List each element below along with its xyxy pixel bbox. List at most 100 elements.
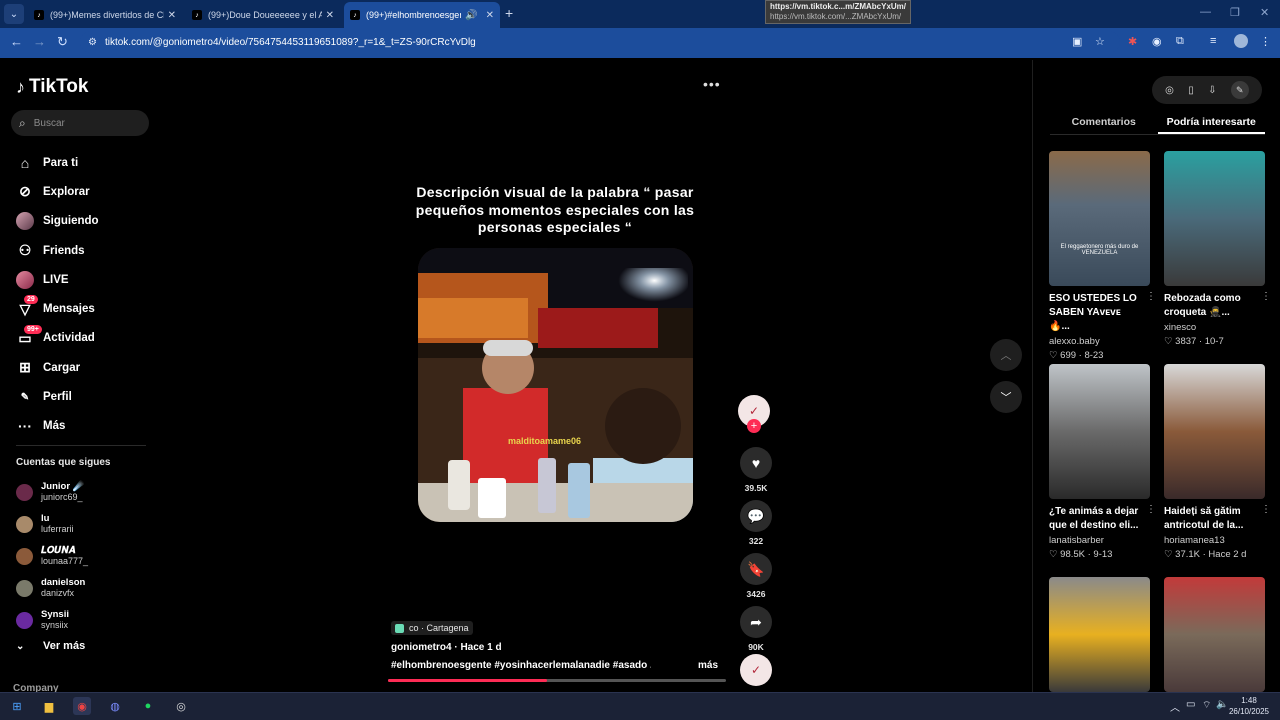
- video-thumbnail[interactable]: [1164, 364, 1265, 499]
- more-text-button[interactable]: más: [698, 660, 718, 671]
- card-menu-icon[interactable]: ⋮: [1146, 504, 1156, 515]
- heart-icon[interactable]: ♥: [740, 447, 772, 479]
- next-video-button[interactable]: ﹀: [990, 381, 1022, 413]
- cast-icon[interactable]: ▣: [1072, 35, 1082, 48]
- extension-icon-2[interactable]: ◉: [1152, 35, 1162, 48]
- video-thumbnail[interactable]: [1164, 151, 1265, 286]
- following-item[interactable]: Synsii synsiix: [16, 604, 88, 636]
- comment-action[interactable]: 💬 322: [738, 500, 774, 546]
- nav-explorar[interactable]: ⊘ Explorar: [16, 177, 156, 206]
- nav-perfil[interactable]: ✎ Perfil: [16, 382, 156, 411]
- tiktok-logo[interactable]: ♪ TikTok: [16, 76, 88, 98]
- nav-live[interactable]: LIVE: [16, 265, 156, 294]
- obs-icon[interactable]: ◎: [172, 697, 190, 715]
- suggested-video-card[interactable]: ⋮ Haideți să gătim antricotul de la... h…: [1164, 364, 1271, 560]
- comment-icon[interactable]: 💬: [740, 500, 772, 532]
- share-icon[interactable]: ➦: [740, 606, 772, 638]
- following-item[interactable]: Junior ☄️ juniorc69_: [16, 476, 88, 508]
- nav-mas[interactable]: ··· Más: [16, 412, 156, 441]
- nav-para-ti[interactable]: ⌂ Para ti: [16, 148, 156, 177]
- site-info-icon[interactable]: ⚙: [88, 37, 97, 48]
- card-menu-icon[interactable]: ⋮: [1261, 504, 1271, 515]
- activity-badge: 99+: [24, 324, 42, 334]
- video-hashtags[interactable]: #elhombrenoesgente #yosinhacerlemalanadi…: [391, 660, 651, 671]
- bookmark-icon[interactable]: 🔖: [740, 553, 772, 585]
- video-author[interactable]: goniometro4 · Hace 1 d: [391, 642, 502, 653]
- browser-tab-1[interactable]: ♪ (99+)Memes divertidos de Clas ✕: [28, 2, 182, 28]
- card-menu-icon[interactable]: ⋮: [1146, 291, 1156, 302]
- save-action[interactable]: 🔖 3426: [738, 553, 774, 599]
- see-more-button[interactable]: ⌄ Ver más: [16, 640, 85, 652]
- following-item[interactable]: 𝑳𝑶𝑼𝑵𝑨 lounaa777_: [16, 540, 88, 572]
- suggested-video-card[interactable]: [1164, 577, 1265, 692]
- profile-avatar-icon[interactable]: [1234, 34, 1248, 48]
- following-item[interactable]: lu luferrarii: [16, 508, 88, 540]
- wifi-icon[interactable]: ⌔: [1202, 699, 1211, 712]
- menu-kebab-icon[interactable]: ⋮: [1260, 35, 1271, 48]
- forward-icon[interactable]: →: [33, 34, 46, 49]
- device-icon[interactable]: ▯: [1188, 85, 1194, 96]
- profile-avatar-icon[interactable]: ✎: [1230, 81, 1249, 99]
- system-clock[interactable]: 1:48 26/10/2025: [1226, 695, 1272, 717]
- nav-mensajes[interactable]: ▽ 29 Mensajes: [16, 294, 156, 323]
- network-icon[interactable]: ▭: [1186, 699, 1195, 710]
- tab-podria-interesarte[interactable]: Podría interesarte: [1157, 112, 1265, 134]
- profile-icon: ✎: [20, 391, 30, 403]
- nav-siguiendo[interactable]: Siguiendo: [16, 207, 156, 236]
- tray-chevron-icon[interactable]: ︿: [1170, 699, 1180, 714]
- minimize-icon[interactable]: —: [1200, 6, 1211, 18]
- video-thumbnail[interactable]: [1049, 577, 1150, 692]
- browser-tab-3-active[interactable]: ♪ (99+)#elhombrenoesgente 🔊 ✕: [344, 2, 500, 28]
- puzzle-icon[interactable]: ⧉: [1176, 35, 1184, 48]
- suggested-video-card[interactable]: El reggaetonero más duro de VENEZUELA ⋮ …: [1049, 151, 1156, 361]
- coin-icon[interactable]: ◎: [1165, 85, 1174, 96]
- back-icon[interactable]: ←: [10, 34, 23, 49]
- search-box[interactable]: ⌕: [11, 110, 149, 136]
- follow-plus-icon[interactable]: +: [747, 419, 761, 433]
- music-disc-avatar[interactable]: ✓: [740, 654, 772, 686]
- tab-search-button[interactable]: ⌄: [4, 4, 24, 24]
- extension-icon[interactable]: ✱: [1128, 35, 1137, 48]
- address-bar[interactable]: ⚙ tiktok.com/@goniometro4/video/75647544…: [80, 31, 1120, 53]
- video-thumbnail[interactable]: El reggaetonero más duro de VENEZUELA: [1049, 151, 1150, 286]
- more-options-icon[interactable]: •••: [703, 76, 721, 92]
- suggested-video-card[interactable]: [1049, 577, 1150, 692]
- video-thumbnail[interactable]: [1164, 577, 1265, 692]
- suggested-video-card[interactable]: ⋮ Rebozada como croqueta 🥷... xinesco ♡ …: [1164, 151, 1271, 347]
- window-close-icon[interactable]: ✕: [1260, 6, 1269, 19]
- nav-cargar[interactable]: ⊞ Cargar: [16, 353, 156, 382]
- location-tag[interactable]: co · Cartagena: [391, 621, 473, 635]
- tab-comentarios[interactable]: Comentarios: [1050, 112, 1158, 134]
- nav-friends[interactable]: ⚇ Friends: [16, 236, 156, 265]
- previous-video-button[interactable]: ︿: [990, 339, 1022, 371]
- suggested-video-card[interactable]: ⋮ ¿Te animás a dejar que el destino eli.…: [1049, 364, 1156, 560]
- link-tooltip: https://vm.tiktok.c...m/ZMAbcYxUm/ https…: [765, 0, 912, 24]
- friends-icon: ⚇: [18, 242, 32, 259]
- close-tab-icon[interactable]: ✕: [326, 10, 334, 21]
- download-icon[interactable]: ⇩: [1208, 85, 1216, 96]
- nav-actividad[interactable]: ▭ 99+ Actividad: [16, 324, 156, 353]
- new-tab-button[interactable]: +: [505, 5, 513, 21]
- like-action[interactable]: ♥ 39.5K: [738, 447, 774, 493]
- spotify-icon[interactable]: ●: [139, 697, 157, 715]
- following-item[interactable]: danielson danizvfx: [16, 572, 88, 604]
- windows-start-icon[interactable]: ⊞: [8, 697, 26, 715]
- card-menu-icon[interactable]: ⋮: [1261, 291, 1271, 302]
- share-action[interactable]: ➦ 90K: [738, 606, 774, 652]
- speaker-icon[interactable]: 🔊: [465, 10, 477, 21]
- browser-tab-2[interactable]: ♪ (99+)Doue Doueeeeee y el Asi ✕: [186, 2, 340, 28]
- video-thumbnail[interactable]: [1049, 364, 1150, 499]
- reload-icon[interactable]: ↻: [57, 34, 68, 50]
- close-tab-icon[interactable]: ✕: [486, 10, 494, 21]
- close-tab-icon[interactable]: ✕: [168, 10, 176, 21]
- chrome-icon[interactable]: ◉: [73, 697, 91, 715]
- creator-avatar[interactable]: ✓ +: [738, 395, 770, 433]
- media-icon[interactable]: ≡: [1210, 35, 1216, 47]
- video-progress-bar[interactable]: [388, 679, 726, 682]
- file-explorer-icon[interactable]: ▆: [40, 697, 58, 715]
- discord-icon[interactable]: ◍: [106, 697, 124, 715]
- video-player[interactable]: malditoamame06: [418, 248, 693, 522]
- bookmark-star-icon[interactable]: ☆: [1095, 35, 1105, 48]
- search-input[interactable]: [33, 117, 134, 129]
- restore-icon[interactable]: ❐: [1230, 6, 1240, 19]
